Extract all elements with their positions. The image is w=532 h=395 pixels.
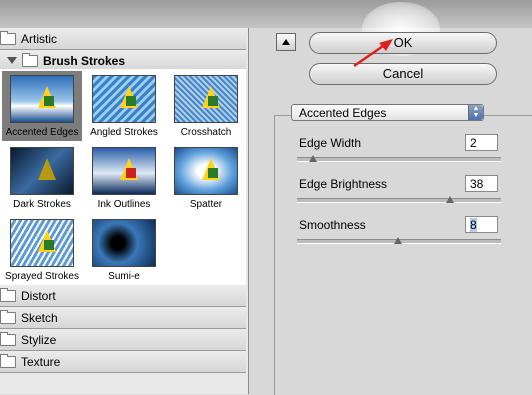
- category-label: Distort: [21, 288, 56, 303]
- category-label: Texture: [21, 354, 61, 369]
- smoothness-value: 8: [470, 218, 477, 232]
- disclosure-down-icon: [7, 57, 17, 64]
- title-bar: [0, 0, 532, 28]
- category-distort[interactable]: Distort: [0, 285, 263, 323]
- thumb-ink-outlines[interactable]: Ink Outlines: [84, 143, 164, 213]
- select-arrows-icon: ▲ ▼: [468, 105, 483, 120]
- category-stylize[interactable]: Stylize: [0, 329, 263, 367]
- filter-select[interactable]: Accented Edges ▲ ▼: [291, 104, 484, 121]
- folder-icon: [0, 353, 16, 368]
- edge-width-slider-thumb[interactable]: [309, 155, 317, 162]
- param-label-smoothness: Smoothness: [299, 218, 366, 232]
- thumb-label: Accented Edges: [5, 127, 79, 138]
- category-label: Stylize: [21, 332, 57, 347]
- thumb-angled-strokes[interactable]: Angled Strokes: [84, 71, 164, 141]
- folder-icon: [0, 287, 16, 302]
- thumb-sprayed-strokes[interactable]: Sprayed Strokes: [2, 215, 82, 285]
- filter-select-value: Accented Edges: [299, 106, 387, 120]
- folder-icon: [0, 309, 16, 324]
- thumb-label: Ink Outlines: [97, 199, 151, 210]
- thumbnail-image: [174, 75, 238, 123]
- thumbnail-image: [174, 147, 238, 195]
- edge-brightness-slider-thumb[interactable]: [446, 196, 454, 203]
- param-label-edge-brightness: Edge Brightness: [299, 177, 388, 191]
- thumb-label: Dark Strokes: [13, 199, 71, 210]
- collapse-gallery-button[interactable]: [276, 33, 296, 51]
- thumb-label: Spatter: [189, 199, 223, 210]
- edge-brightness-slider[interactable]: [297, 198, 501, 203]
- edge-width-input[interactable]: 2: [465, 134, 498, 151]
- edge-width-slider[interactable]: [297, 157, 501, 162]
- thumbnail-image: [92, 75, 156, 123]
- thumbnail-image: [10, 75, 74, 123]
- thumb-sumi-e[interactable]: Sumi-e: [84, 215, 164, 285]
- param-label-edge-width: Edge Width: [299, 136, 362, 150]
- category-sketch[interactable]: Sketch: [0, 307, 263, 345]
- thumb-accented-edges[interactable]: Accented Edges: [2, 71, 82, 141]
- category-artistic[interactable]: Artistic: [0, 28, 263, 66]
- thumb-crosshatch[interactable]: Crosshatch: [166, 71, 246, 141]
- thumb-label: Crosshatch: [180, 127, 232, 138]
- thumbnail-image: [10, 219, 74, 267]
- thumb-label: Angled Strokes: [90, 127, 158, 138]
- folder-icon: [22, 52, 38, 67]
- thumbnail-image: [92, 147, 156, 195]
- ok-button[interactable]: OK: [309, 32, 497, 54]
- folder-icon: [0, 30, 16, 45]
- thumbnail-grid: Accented Edges Angled Strokes Crosshatch…: [0, 69, 246, 313]
- thumbnail-image: [10, 147, 74, 195]
- edge-width-value: 2: [470, 136, 477, 150]
- smoothness-input[interactable]: 8: [465, 216, 498, 233]
- thumb-spatter[interactable]: Spatter: [166, 143, 246, 213]
- thumb-label: Sprayed Strokes: [5, 271, 79, 282]
- thumb-label: Sumi-e: [108, 271, 140, 282]
- category-label: Sketch: [21, 310, 58, 325]
- edge-brightness-input[interactable]: 38: [465, 175, 498, 192]
- pointer-arrow-icon: [353, 39, 393, 68]
- cancel-button[interactable]: Cancel: [309, 63, 497, 85]
- folder-icon: [0, 331, 16, 346]
- category-texture[interactable]: Texture: [0, 351, 263, 389]
- category-label: Brush Strokes: [43, 53, 126, 68]
- edge-brightness-value: 38: [470, 177, 484, 191]
- smoothness-slider-thumb[interactable]: [394, 237, 402, 244]
- filter-gallery-panel: Artistic Brush Strokes Accented Edges An…: [0, 28, 263, 394]
- thumbnail-image: [92, 219, 156, 267]
- category-label: Artistic: [21, 31, 57, 46]
- thumb-dark-strokes[interactable]: Dark Strokes: [2, 143, 82, 213]
